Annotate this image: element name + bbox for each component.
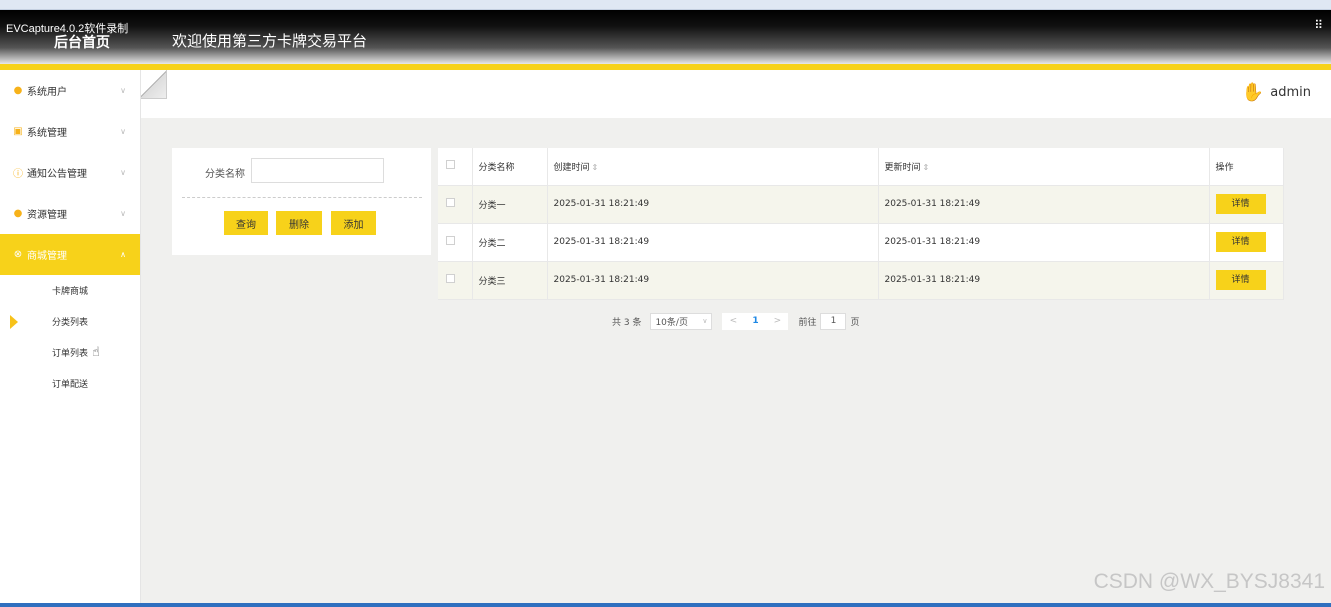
cell-name: 分类二 bbox=[472, 223, 548, 262]
sidebar-item-mall-manage[interactable]: ⊗ 商城管理 ∧ bbox=[0, 234, 140, 275]
category-name-input[interactable] bbox=[251, 158, 384, 183]
col-header-created[interactable]: 创建时间 ⇕ bbox=[547, 148, 879, 186]
chevron-down-icon: ∨ bbox=[702, 317, 708, 325]
cell-name: 分类一 bbox=[472, 185, 548, 224]
welcome-text: 欢迎使用第三方卡牌交易平台 bbox=[172, 32, 368, 50]
content-header: ✋ admin bbox=[141, 70, 1331, 118]
top-header: EVCapture4.0.2软件录制 后台首页 欢迎使用第三方卡牌交易平台 ⠿ bbox=[0, 10, 1331, 64]
sidebar-item-resource-manage[interactable]: ● 资源管理 ∨ bbox=[0, 193, 140, 234]
cell-created: 2025-01-31 18:21:49 bbox=[547, 261, 879, 300]
cell-action: 详情 bbox=[1209, 261, 1284, 300]
divider bbox=[182, 197, 422, 198]
sidebar-subitem-label: 卡牌商城 bbox=[52, 287, 89, 297]
hand-icon: ✋ bbox=[1241, 82, 1265, 103]
select-all-checkbox[interactable] bbox=[446, 160, 455, 170]
delete-button[interactable]: 删除 bbox=[276, 211, 322, 235]
selected-arrow-icon bbox=[10, 315, 18, 329]
cell-updated: 2025-01-31 18:21:49 bbox=[878, 185, 1210, 224]
row-select-cell bbox=[438, 261, 473, 300]
image-icon: ▣ bbox=[13, 126, 23, 137]
sidebar-item-notice-manage[interactable]: ⓘ 通知公告管理 ∨ bbox=[0, 152, 140, 193]
chevron-down-icon: ∨ bbox=[120, 86, 126, 95]
hand-cursor-icon: ☝ bbox=[92, 345, 100, 360]
bottom-progress-bar bbox=[0, 603, 1331, 607]
category-table: 分类名称 创建时间 ⇕ 更新时间 ⇕ 操作 分类一 2025-01-31 18:21… bbox=[438, 148, 1284, 300]
sidebar-item-label: 商城管理 bbox=[27, 251, 67, 262]
col-header-label: 更新时间 bbox=[884, 162, 921, 173]
category-name-label: 分类名称 bbox=[205, 169, 245, 180]
sidebar-subitem-label: 订单列表 bbox=[52, 349, 89, 359]
add-button[interactable]: 添加 bbox=[331, 211, 376, 235]
col-header-label: 创建时间 bbox=[553, 162, 590, 173]
detail-button[interactable]: 详情 bbox=[1215, 270, 1266, 290]
sidebar-subitem-label: 订单配送 bbox=[52, 380, 89, 390]
sidebar: ● 系统用户 ∨ ▣ 系统管理 ∨ ⓘ 通知公告管理 ∨ ● 资源管理 ∨ ⊗ … bbox=[0, 70, 141, 603]
cell-updated: 2025-01-31 18:21:49 bbox=[878, 223, 1210, 262]
row-checkbox[interactable] bbox=[446, 274, 455, 283]
user-icon: ● bbox=[13, 85, 23, 96]
page-size-value: 10条/页 bbox=[655, 317, 688, 328]
table-header-row: 分类名称 创建时间 ⇕ 更新时间 ⇕ 操作 bbox=[438, 148, 1284, 186]
col-header-updated[interactable]: 更新时间 ⇕ bbox=[878, 148, 1210, 186]
pagination: 共 3 条 10条/页 ∨ < 1 > 前往 1 页 bbox=[612, 312, 859, 330]
sidebar-item-system-manage[interactable]: ▣ 系统管理 ∨ bbox=[0, 111, 140, 152]
chevron-down-icon: ∨ bbox=[120, 209, 126, 218]
chevron-up-icon: ∧ bbox=[120, 250, 126, 259]
page-size-select[interactable]: 10条/页 ∨ bbox=[650, 312, 713, 330]
sidebar-item-label: 通知公告管理 bbox=[27, 169, 87, 180]
row-checkbox[interactable] bbox=[446, 236, 455, 245]
sort-icon[interactable]: ⇕ bbox=[592, 163, 599, 172]
collapse-toggle-icon[interactable] bbox=[141, 70, 167, 99]
goto-unit-label: 页 bbox=[850, 317, 860, 328]
sort-icon[interactable]: ⇕ bbox=[923, 163, 930, 172]
cell-name: 分类三 bbox=[472, 261, 548, 300]
query-button[interactable]: 查询 bbox=[224, 211, 268, 235]
browser-tab-strip bbox=[0, 0, 1331, 10]
next-page-button[interactable]: > bbox=[766, 312, 789, 330]
sidebar-subitem-order-list[interactable]: 订单列表 ☝ bbox=[0, 337, 140, 368]
resize-icon[interactable]: ⠿ bbox=[1314, 18, 1323, 32]
sidebar-subitem-order-delivery[interactable]: 订单配送 bbox=[0, 368, 140, 399]
sidebar-subitem-category-list[interactable]: 分类列表 bbox=[0, 306, 140, 337]
cell-updated: 2025-01-31 18:21:49 bbox=[878, 261, 1210, 300]
detail-button[interactable]: 详情 bbox=[1215, 194, 1266, 214]
user-menu[interactable]: ✋ admin bbox=[1242, 82, 1311, 103]
sidebar-item-label: 资源管理 bbox=[27, 210, 67, 221]
sidebar-item-label: 系统管理 bbox=[27, 128, 67, 139]
select-all-cell bbox=[438, 148, 473, 186]
row-select-cell bbox=[438, 223, 473, 262]
col-header-action: 操作 bbox=[1209, 148, 1284, 186]
goto-page-input[interactable]: 1 bbox=[820, 312, 847, 330]
detail-button[interactable]: 详情 bbox=[1215, 232, 1266, 252]
cart-icon: ⊗ bbox=[13, 249, 23, 260]
total-count: 共 3 条 bbox=[612, 317, 642, 328]
cell-created: 2025-01-31 18:21:49 bbox=[547, 185, 879, 224]
sidebar-subitem-card-mall[interactable]: 卡牌商城 bbox=[0, 275, 140, 306]
table-row: 分类一 2025-01-31 18:21:49 2025-01-31 18:21… bbox=[438, 185, 1284, 224]
cell-action: 详情 bbox=[1209, 223, 1284, 262]
chevron-down-icon: ∨ bbox=[120, 127, 126, 136]
search-panel: 分类名称 查询 删除 添加 bbox=[172, 148, 431, 255]
username: admin bbox=[1270, 85, 1311, 100]
prev-page-button[interactable]: < bbox=[722, 312, 745, 330]
home-title[interactable]: 后台首页 bbox=[54, 32, 110, 52]
location-icon: ● bbox=[13, 208, 23, 219]
csdn-watermark: CSDN @WX_BYSJ8341 bbox=[1093, 570, 1325, 593]
sidebar-item-label: 系统用户 bbox=[27, 87, 67, 98]
table-row: 分类三 2025-01-31 18:21:49 2025-01-31 18:21… bbox=[438, 261, 1284, 300]
row-checkbox[interactable] bbox=[446, 198, 455, 207]
row-select-cell bbox=[438, 185, 473, 224]
cell-action: 详情 bbox=[1209, 185, 1284, 224]
goto-label: 前往 bbox=[798, 317, 817, 328]
sidebar-item-system-users[interactable]: ● 系统用户 ∨ bbox=[0, 70, 140, 111]
col-header-name: 分类名称 bbox=[472, 148, 548, 186]
info-icon: ⓘ bbox=[13, 169, 23, 180]
page-number-current[interactable]: 1 bbox=[744, 312, 767, 330]
cell-created: 2025-01-31 18:21:49 bbox=[547, 223, 879, 262]
sidebar-subitem-label: 分类列表 bbox=[52, 318, 89, 328]
chevron-down-icon: ∨ bbox=[120, 168, 126, 177]
table-row: 分类二 2025-01-31 18:21:49 2025-01-31 18:21… bbox=[438, 223, 1284, 262]
